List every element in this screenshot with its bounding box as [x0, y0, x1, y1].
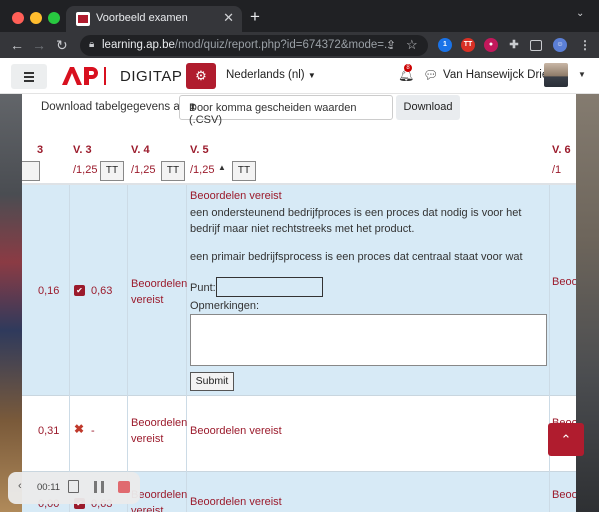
student-answer-text: een primair bedrijfsprocess is een proce… [190, 251, 523, 263]
needs-grading-link[interactable]: Beoordelen vereist [552, 274, 576, 290]
language-selector[interactable]: Nederlands (nl) ▼ [226, 69, 316, 81]
collapse-chevron-icon[interactable]: ‹ [18, 480, 22, 492]
brand-name: DIGITAP [120, 68, 183, 85]
forward-icon[interactable]: → [32, 37, 46, 53]
new-tab-button[interactable]: + [250, 7, 260, 27]
punt-input[interactable] [216, 277, 323, 297]
download-button[interactable]: Download [396, 95, 460, 120]
tt-toggle-button[interactable] [22, 161, 40, 181]
bookmark-star-icon[interactable]: ☆ [406, 37, 418, 53]
pause-icon[interactable] [94, 481, 104, 493]
column-header-q2[interactable]: 3 [37, 144, 43, 156]
column-divider [127, 185, 128, 512]
trash-icon[interactable] [68, 480, 79, 493]
column-max-q6: /1 [552, 164, 562, 176]
needs-grading-link[interactable]: Beoordelen vereist [131, 415, 187, 447]
minimize-window-button[interactable] [30, 12, 42, 24]
course-admin-gear-icon[interactable]: ⚙ [186, 63, 216, 89]
column-divider [549, 185, 550, 512]
report-content: Download tabelgegevens als Door komma ge… [22, 94, 576, 512]
incorrect-cross-icon: ✖ [74, 422, 85, 436]
url-path: /mod/quiz/report.php?id=674372&mode=... [174, 39, 394, 51]
row-divider [22, 395, 576, 396]
caret-down-icon: ▼ [307, 71, 316, 80]
download-format-select[interactable]: Door komma gescheiden waarden (.CSV) ⬍ [179, 95, 393, 126]
table-header: 3 V. 3 /1,25 TT V. 4 /1,25 TT V. 5 /1,25… [22, 138, 576, 185]
tt-extension-icon[interactable]: TT [461, 38, 475, 52]
tt-toggle-button-q4[interactable]: TT [161, 161, 185, 181]
table-row [22, 395, 576, 471]
record-extension-icon[interactable]: ● [484, 38, 498, 52]
needs-grading-link[interactable]: Beoordelen vereist [190, 494, 282, 510]
scroll-to-top-button[interactable]: ⌃ [548, 423, 584, 456]
grade-cell[interactable]: 0,31 [38, 423, 59, 439]
grade-cell[interactable]: 0,16 [38, 283, 59, 299]
recording-time: 00:11 [37, 482, 61, 493]
close-window-button[interactable] [12, 12, 24, 24]
browser-tab[interactable]: Voorbeeld examen ✕ [66, 6, 242, 32]
reload-icon[interactable]: ↻ [56, 37, 68, 54]
download-row: Download tabelgegevens als Door komma ge… [22, 94, 576, 126]
share-icon[interactable]: ⇪ [386, 38, 396, 52]
browser-menu-icon[interactable]: ⋮ [578, 38, 592, 52]
language-label: Nederlands (nl) [226, 69, 305, 81]
screen-recorder-widget: ‹ 00:11 [8, 472, 140, 504]
notification-badge: 8 [404, 64, 412, 72]
extensions-puzzle-icon[interactable]: ✚ [507, 38, 521, 52]
column-header-q4[interactable]: V. 4 [131, 144, 150, 156]
column-max-q3: /1,25 [73, 164, 98, 176]
messages-icon[interactable]: 💬︎ [423, 68, 438, 82]
grade-cell[interactable]: 0,63 [91, 283, 112, 299]
column-max-q4: /1,25 [131, 164, 156, 176]
tab-title: Voorbeeld examen [96, 12, 188, 24]
site-header: DIGITAP ⚙ Nederlands (nl) ▼ 🔔︎ 8 💬︎ Van … [0, 58, 599, 94]
menu-toggle-button[interactable] [11, 64, 47, 89]
comments-textarea[interactable] [190, 314, 547, 366]
submit-button[interactable]: Submit [190, 372, 234, 391]
url-host: learning.ap.be [102, 39, 175, 51]
column-max-q5: /1,25 [190, 164, 215, 176]
needs-grading-link[interactable]: Beoordelen vereist [131, 276, 187, 308]
column-header-q3[interactable]: V. 3 [73, 144, 92, 156]
password-manager-icon[interactable]: 1 [438, 38, 452, 52]
tab-search-icon[interactable]: ⌄ [576, 8, 584, 19]
needs-grading-link[interactable]: Beoordelen vereist [552, 487, 576, 503]
user-name[interactable]: Van Hansewijck Dries [443, 69, 554, 81]
browser-tab-bar: Voorbeeld examen ✕ + ⌄ [0, 0, 599, 32]
needs-grading-status: Beoordelen vereist [190, 190, 282, 202]
correct-check-icon: ✔ [74, 285, 85, 296]
stop-recording-icon[interactable] [118, 481, 130, 493]
background-photo-left [0, 58, 22, 512]
download-label: Download tabelgegevens als [41, 101, 189, 113]
punt-label: Punt: [190, 282, 216, 294]
address-bar-row: ← → ↻ 🔒︎ learning.ap.be/mod/quiz/report.… [0, 32, 599, 58]
lock-icon: 🔒︎ [89, 39, 95, 50]
comments-label: Opmerkingen: [190, 300, 260, 312]
maximize-window-button[interactable] [48, 12, 60, 24]
student-answer-text: een ondersteunend bedrijfproces is een p… [190, 207, 522, 235]
side-panel-icon[interactable] [530, 40, 542, 51]
user-avatar[interactable] [544, 63, 568, 87]
column-divider [186, 185, 187, 512]
sort-asc-icon[interactable]: ▲ [218, 163, 226, 172]
needs-grading-link[interactable]: Beoordelen vereist [190, 423, 282, 439]
grade-cell[interactable]: - [91, 423, 95, 439]
favicon-icon [76, 12, 90, 26]
ap-logo [62, 67, 106, 85]
url-input[interactable]: 🔒︎ learning.ap.be/mod/quiz/report.php?id… [80, 35, 428, 56]
column-divider [69, 185, 70, 512]
chevron-up-icon: ⌃ [560, 432, 572, 447]
column-header-q5[interactable]: V. 5 [190, 144, 209, 156]
back-icon[interactable]: ← [10, 37, 24, 53]
tab-close-button[interactable]: ✕ [223, 10, 234, 26]
profile-avatar-icon[interactable]: ☺ [553, 38, 567, 52]
tt-toggle-button-q3[interactable]: TT [100, 161, 124, 181]
user-menu-caret-icon[interactable]: ▼ [578, 70, 586, 79]
tt-toggle-button-q5[interactable]: TT [232, 161, 256, 181]
select-arrows-icon: ⬍ [189, 102, 197, 112]
column-header-q6[interactable]: V. 6 [552, 144, 571, 156]
